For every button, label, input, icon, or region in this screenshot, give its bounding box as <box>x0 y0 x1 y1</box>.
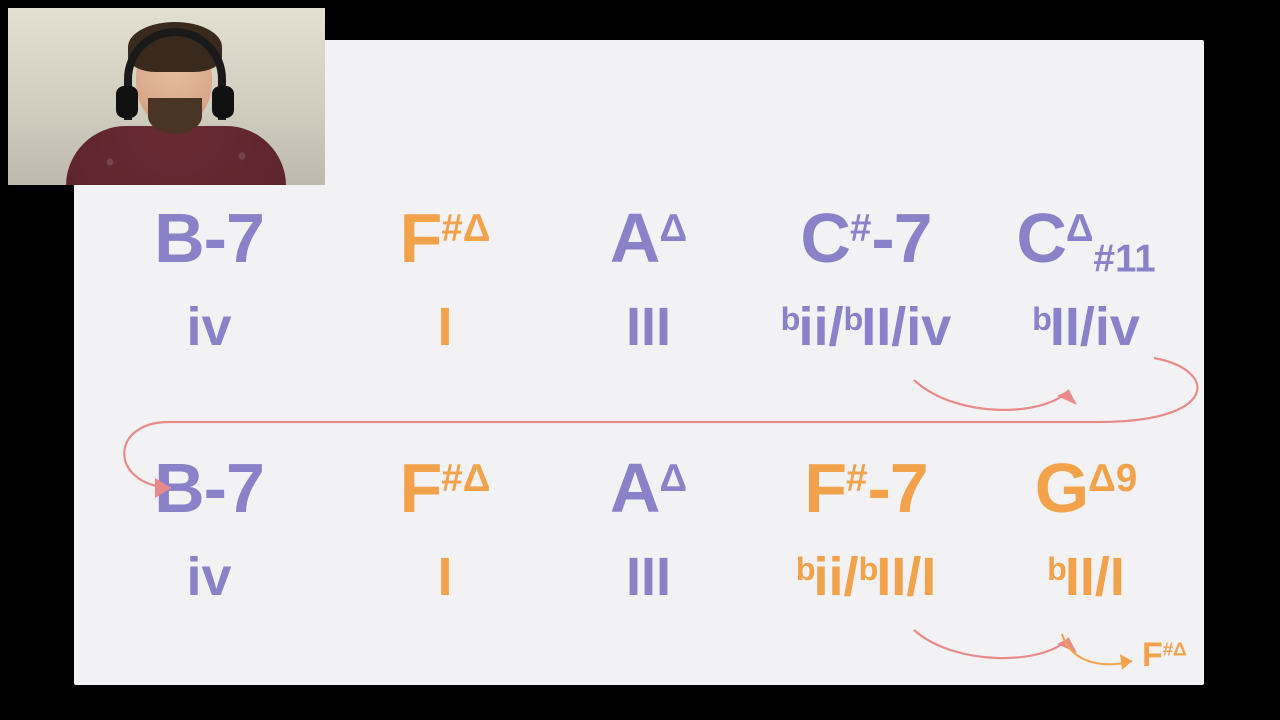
analysis-cell: bii/bII/I <box>751 546 981 608</box>
analysis-cell: I <box>344 546 546 608</box>
chord-cell: AΔ <box>546 198 751 278</box>
row2-chords: B-7 F#Δ AΔ F#-7 GΔ9 <box>74 448 1204 528</box>
chord-cell: F#-7 <box>751 448 981 528</box>
chord-cell: F#Δ <box>344 448 546 528</box>
chord-cell: AΔ <box>546 448 751 528</box>
chord-cell: B-7 <box>74 198 344 278</box>
analysis-cell: bII/iv <box>981 296 1191 358</box>
row1-chords: B-7 F#Δ AΔ C#-7 CΔ#11 <box>74 198 1204 282</box>
analysis-cell: III <box>546 546 751 608</box>
chord-cell: F#Δ <box>344 198 546 278</box>
analysis-cell: iv <box>74 296 344 358</box>
video-frame: B-7 F#Δ AΔ C#-7 CΔ#11 iv I III bii/bII/i… <box>0 0 1280 720</box>
chord-cell: GΔ9 <box>981 448 1191 528</box>
chord-cell: CΔ#11 <box>981 198 1191 282</box>
row2-analysis: iv I III bii/bII/I bII/I <box>74 546 1204 608</box>
chord-cell: B-7 <box>74 448 344 528</box>
row1-analysis: iv I III bii/bII/iv bII/iv <box>74 296 1204 358</box>
analysis-cell: III <box>546 296 751 358</box>
chord-cell: C#-7 <box>751 198 981 278</box>
analysis-cell: bii/bII/iv <box>751 296 981 358</box>
analysis-cell: iv <box>74 546 344 608</box>
analysis-cell: bII/I <box>981 546 1191 608</box>
analysis-cell: I <box>344 296 546 358</box>
arrow-short-bottom <box>894 600 1134 670</box>
target-chord: F#Δ <box>1142 636 1187 675</box>
presenter-webcam <box>8 8 325 185</box>
arrow-short-top <box>894 350 1144 420</box>
